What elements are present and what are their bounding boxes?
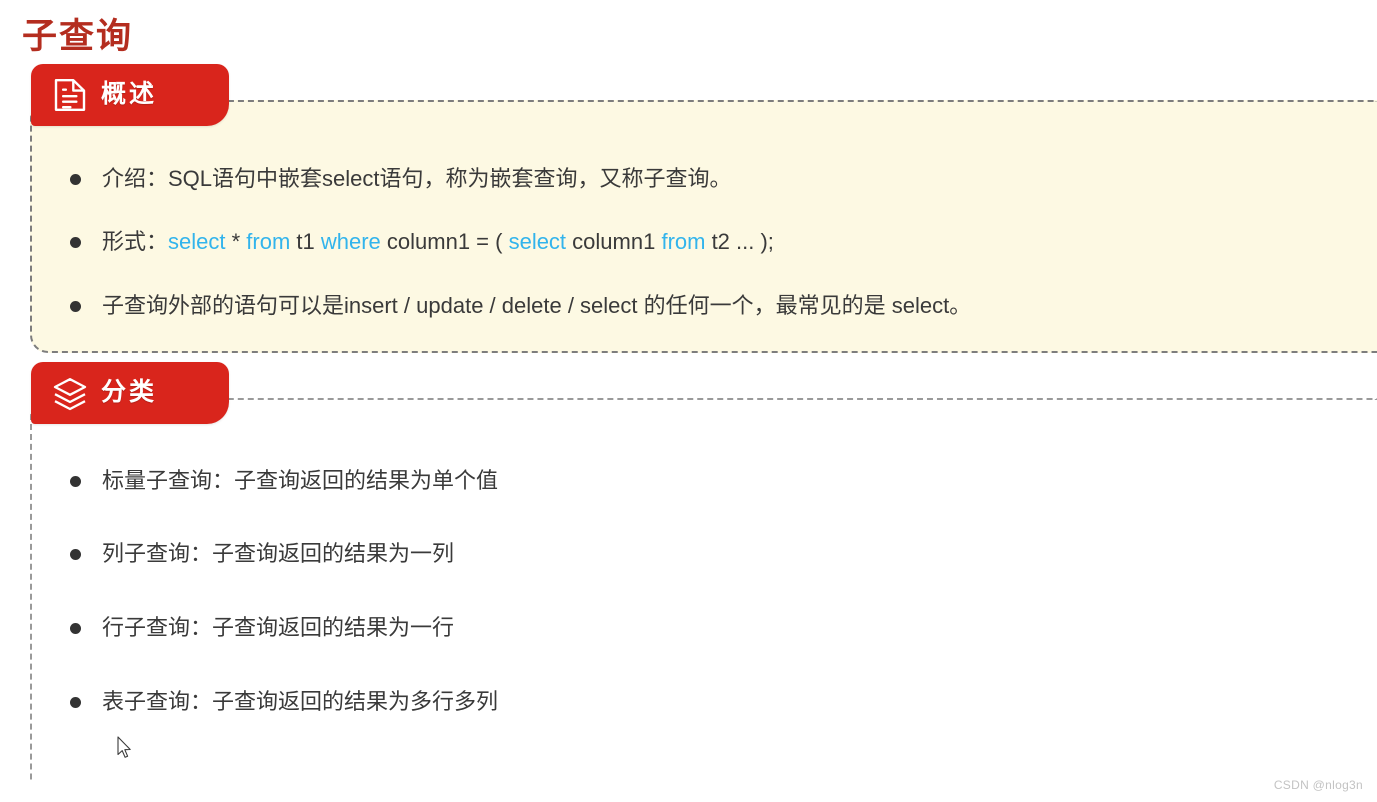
text-run: 行子查询：子查询返回的结果为一行 [102, 614, 455, 640]
category-bullet-list: 标量子查询：子查询返回的结果为单个值 列子查询：子查询返回的结果为一列 行子查询… [32, 466, 1377, 717]
sql-keyword: from [246, 229, 291, 255]
text-run: 表子查询：子查询返回的结果为多行多列 [102, 688, 499, 714]
layers-icon [53, 375, 87, 411]
sql-keyword: where [320, 229, 381, 255]
text-run: column1 = ( [380, 229, 509, 255]
category-bullet-table: 表子查询：子查询返回的结果为多行多列 [102, 687, 498, 717]
bullet-dot-icon [70, 237, 81, 249]
category-badge-label: 分类 [101, 378, 158, 407]
sql-keyword: select [508, 229, 567, 255]
overview-bullet-intro: 介绍：SQL语句中嵌套select语句，称为嵌套查询，又称子查询。 [102, 164, 732, 194]
list-item: 介绍：SQL语句中嵌套select语句，称为嵌套查询，又称子查询。 [32, 164, 1377, 194]
category-bullet-row: 行子查询：子查询返回的结果为一行 [102, 613, 454, 643]
overview-bullet-outer-statement: 子查询外部的语句可以是insert / update / delete / se… [102, 291, 971, 321]
bullet-dot-icon [70, 300, 81, 312]
category-bullet-column: 列子查询：子查询返回的结果为一列 [102, 539, 454, 569]
category-card: 分类 标量子查询：子查询返回的结果为单个值 列子查询：子查询返回的结果为一列 行… [30, 361, 1377, 781]
overview-section: 概述 介绍：SQL语句中嵌套select语句，称为嵌套查询，又称子查询。 形式：… [30, 63, 1377, 353]
text-run: 子查询外部的语句可以是insert / update / delete / se… [102, 292, 972, 318]
bullet-dot-icon [70, 173, 81, 185]
list-item: 标量子查询：子查询返回的结果为单个值 [32, 466, 1377, 496]
bullet-dot-icon [70, 549, 81, 561]
text-run: 列子查询：子查询返回的结果为一列 [102, 541, 455, 567]
overview-card: 概述 介绍：SQL语句中嵌套select语句，称为嵌套查询，又称子查询。 形式：… [30, 63, 1377, 353]
category-bullet-scalar: 标量子查询：子查询返回的结果为单个值 [102, 466, 498, 496]
list-item: 表子查询：子查询返回的结果为多行多列 [32, 687, 1377, 717]
overview-bullet-list: 介绍：SQL语句中嵌套select语句，称为嵌套查询，又称子查询。 形式：sel… [32, 164, 1377, 321]
bullet-dot-icon [70, 696, 81, 708]
text-run: t1 [290, 229, 321, 255]
document-icon [53, 77, 87, 113]
list-item: 形式：select * from t1 where column1 = ( se… [32, 227, 1377, 257]
bullet-dot-icon [70, 622, 81, 634]
list-item: 行子查询：子查询返回的结果为一行 [32, 613, 1377, 643]
category-section: 分类 标量子查询：子查询返回的结果为单个值 列子查询：子查询返回的结果为一列 行… [30, 361, 1377, 781]
text-run: 介绍：SQL语句中嵌套select语句，称为嵌套查询，又称子查询。 [102, 165, 732, 191]
text-run: column1 [566, 229, 662, 255]
text-run: 标量子查询：子查询返回的结果为单个值 [102, 467, 499, 493]
text-run: * [225, 229, 247, 255]
text-run: 形式： [102, 229, 169, 255]
category-badge: 分类 [31, 361, 229, 424]
bullet-dot-icon [70, 475, 81, 487]
csdn-watermark: CSDN @nlog3n [1273, 778, 1363, 792]
sql-keyword: from [661, 229, 706, 255]
list-item: 列子查询：子查询返回的结果为一列 [32, 539, 1377, 569]
overview-badge: 概述 [31, 63, 229, 126]
sql-keyword: select [168, 229, 226, 255]
list-item: 子查询外部的语句可以是insert / update / delete / se… [32, 291, 1377, 321]
overview-badge-label: 概述 [101, 80, 158, 108]
text-run: t2 ... ); [705, 229, 774, 255]
page-title: 子查询 [22, 17, 134, 56]
overview-bullet-form: 形式：select * from t1 where column1 = ( se… [102, 227, 774, 257]
